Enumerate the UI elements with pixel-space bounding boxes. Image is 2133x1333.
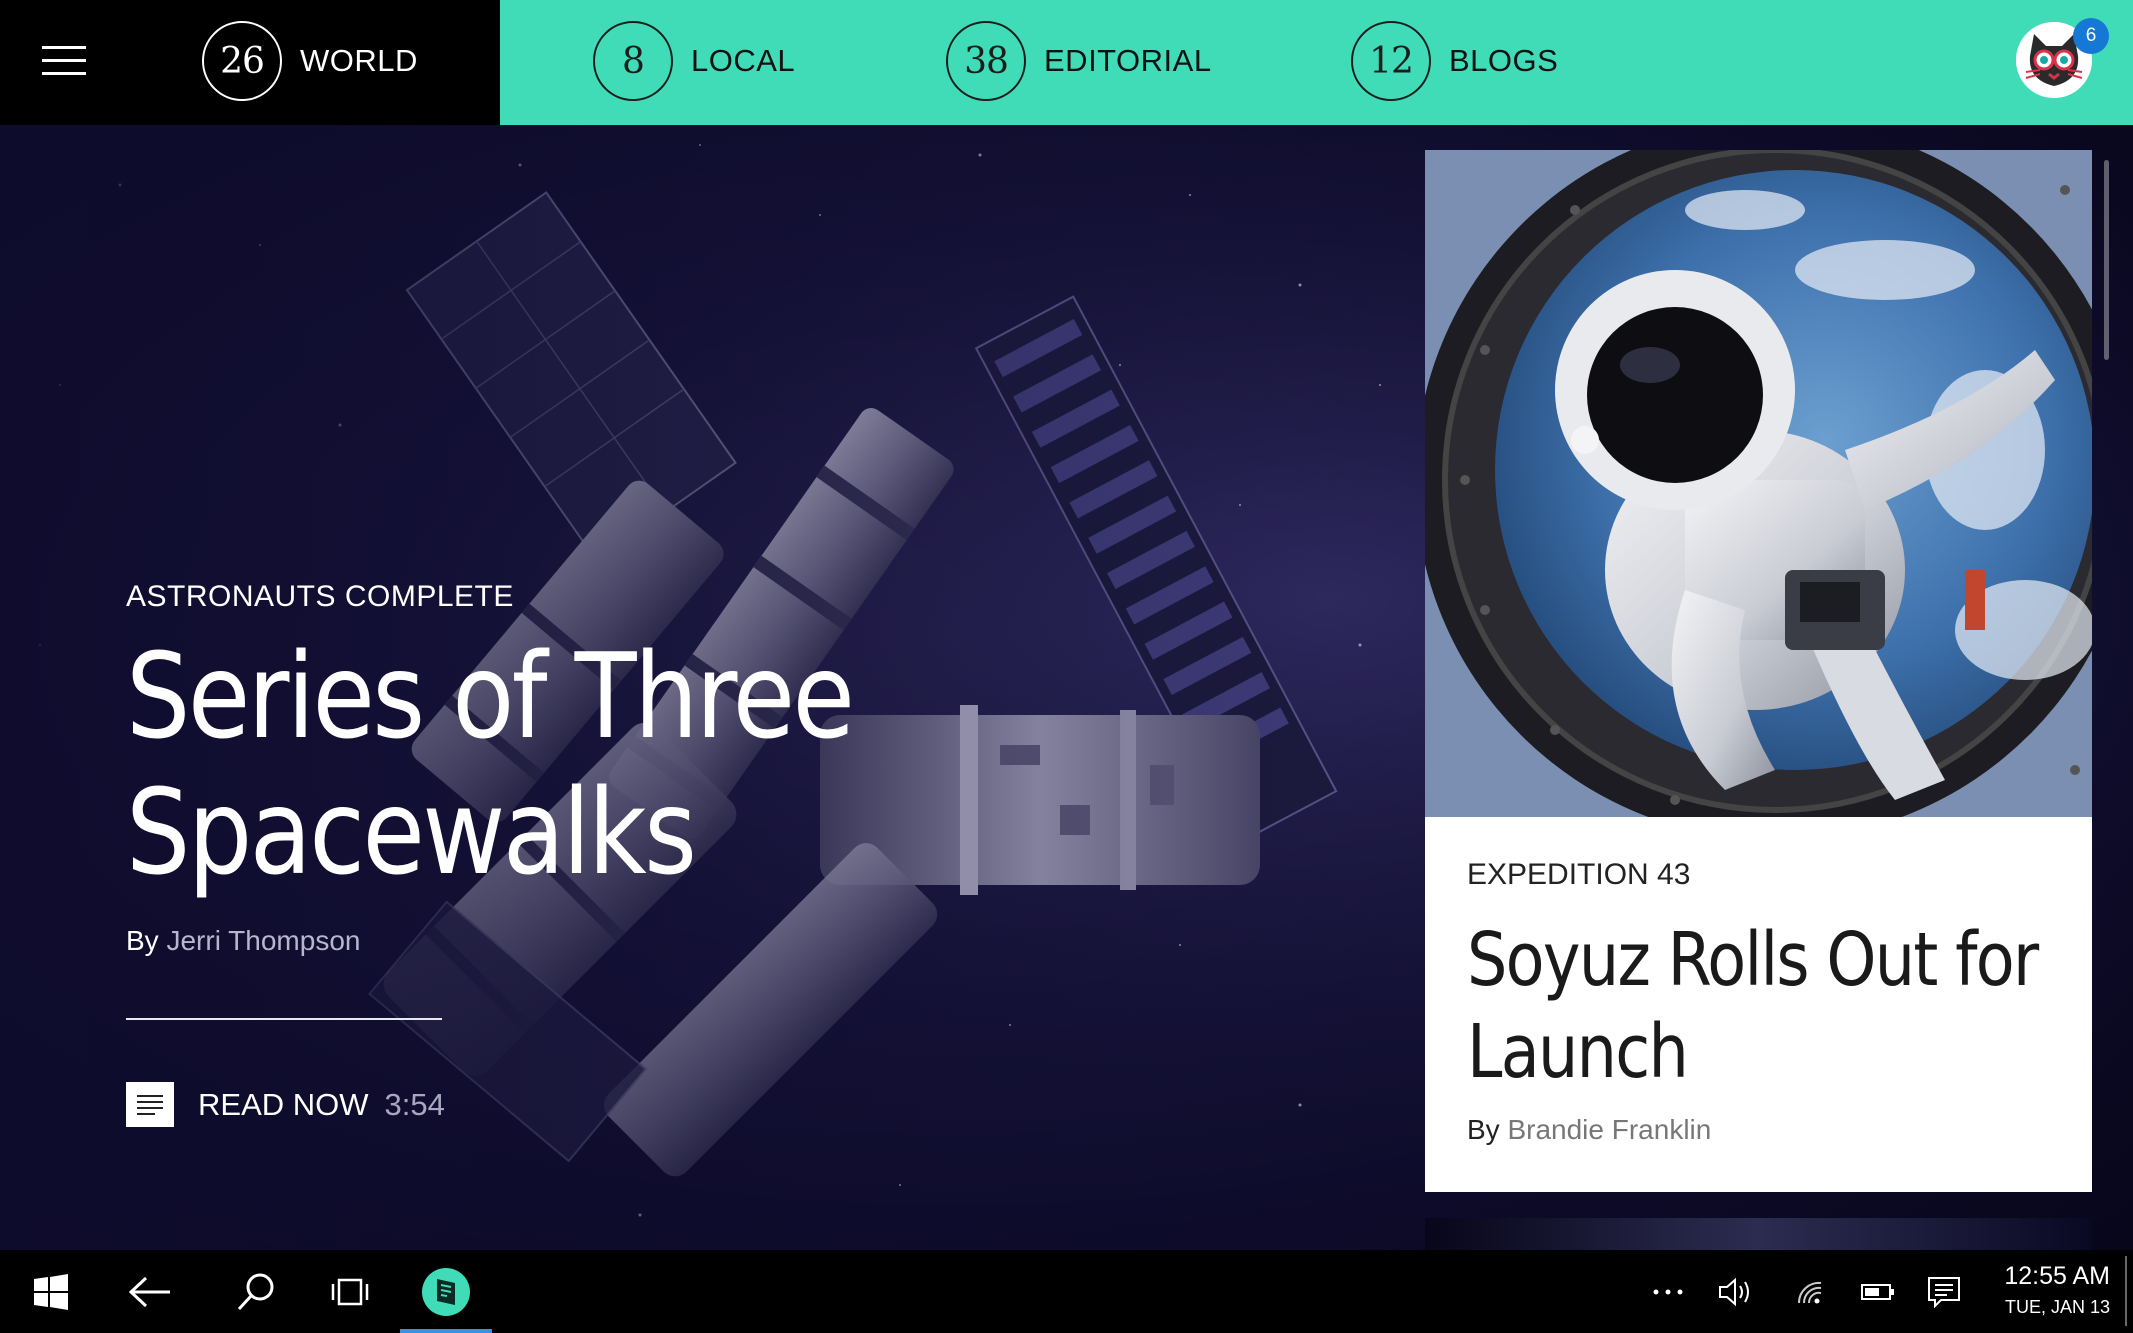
back-arrow-icon[interactable] <box>110 1250 190 1333</box>
card-byline-prefix: By <box>1467 1114 1500 1145</box>
card-title-line1: Soyuz Rolls Out for <box>1467 917 2039 1003</box>
notification-badge: 6 <box>2073 18 2109 54</box>
battery-icon[interactable] <box>1856 1250 1900 1333</box>
hero-kicker: ASTRONAUTS COMPLETE <box>126 580 514 613</box>
task-view-icon[interactable] <box>310 1250 390 1333</box>
top-nav: 26 WORLD 8 LOCAL 38 EDITORIAL 12 BLOGS 6 <box>0 0 2133 125</box>
tab-world-label: WORLD <box>300 43 418 78</box>
hero-author-link[interactable]: Jerri Thompson <box>166 925 360 956</box>
hero-headline[interactable]: Series of Three Spacewalks <box>126 628 900 900</box>
tab-editorial-count: 38 <box>946 21 1026 101</box>
read-now-label: READ NOW <box>198 1086 369 1122</box>
hamburger-menu-icon[interactable] <box>42 46 86 76</box>
card-title[interactable]: Soyuz Rolls Out for Launch <box>1467 914 2069 1098</box>
tab-editorial[interactable]: 38 EDITORIAL <box>946 20 1212 102</box>
wifi-icon[interactable] <box>1790 1250 1830 1333</box>
card-kicker: EXPEDITION 43 <box>1467 858 1691 891</box>
card-byline: By Brandie Franklin <box>1467 1114 1711 1146</box>
article-card[interactable]: EXPEDITION 43 Soyuz Rolls Out for Launch… <box>1425 150 2092 1192</box>
volume-icon[interactable] <box>1714 1250 1758 1333</box>
card-author-link[interactable]: Brandie Franklin <box>1507 1114 1711 1145</box>
card-text-block: EXPEDITION 43 Soyuz Rolls Out for Launch <box>1467 858 2067 1098</box>
tab-local-label: LOCAL <box>691 43 796 78</box>
hero-byline-prefix: By <box>126 925 159 956</box>
hero-byline: By Jerri Thompson <box>126 925 360 957</box>
read-now-button[interactable]: READ NOW 3:54 <box>126 1082 445 1127</box>
hero-headline-line2: Spacewalks <box>126 763 697 901</box>
tab-blogs[interactable]: 12 BLOGS <box>1351 20 1558 102</box>
hero-headline-line1: Series of Three <box>126 627 855 765</box>
card-title-line2: Launch <box>1467 1009 1689 1095</box>
windows-start-icon[interactable] <box>14 1250 88 1333</box>
article-icon <box>126 1082 174 1127</box>
read-time: 3:54 <box>384 1086 445 1122</box>
hero-text-block: ASTRONAUTS COMPLETE Series of Three Spac… <box>126 580 1026 900</box>
show-desktop-button[interactable] <box>2125 1256 2127 1326</box>
clock-date: TUE, JAN 13 <box>2004 1297 2110 1317</box>
action-center-icon[interactable] <box>1922 1250 1966 1333</box>
next-article-card-peek[interactable] <box>1425 1218 2092 1250</box>
tab-blogs-label: BLOGS <box>1449 43 1559 78</box>
taskbar: 12:55 AM TUE, JAN 13 <box>0 1250 2133 1333</box>
tab-world-count: 26 <box>202 21 282 101</box>
news-app-icon[interactable] <box>400 1250 492 1333</box>
more-icon[interactable] <box>1648 1250 1688 1333</box>
hero-divider <box>126 1018 442 1020</box>
system-clock[interactable]: 12:55 AM TUE, JAN 13 <box>2000 1262 2110 1318</box>
tab-editorial-label: EDITORIAL <box>1044 43 1212 78</box>
astronaut-image <box>1425 150 2092 817</box>
active-app-indicator <box>400 1329 492 1333</box>
search-icon[interactable] <box>216 1250 296 1333</box>
clock-time: 12:55 AM <box>2004 1262 2110 1290</box>
tab-world[interactable]: 26 WORLD <box>202 20 418 102</box>
vertical-scrollbar[interactable] <box>2104 160 2109 360</box>
profile-avatar[interactable]: 6 <box>2016 18 2109 98</box>
tab-local-count: 8 <box>593 21 673 101</box>
tab-local[interactable]: 8 LOCAL <box>593 20 795 102</box>
tab-blogs-count: 12 <box>1351 21 1431 101</box>
